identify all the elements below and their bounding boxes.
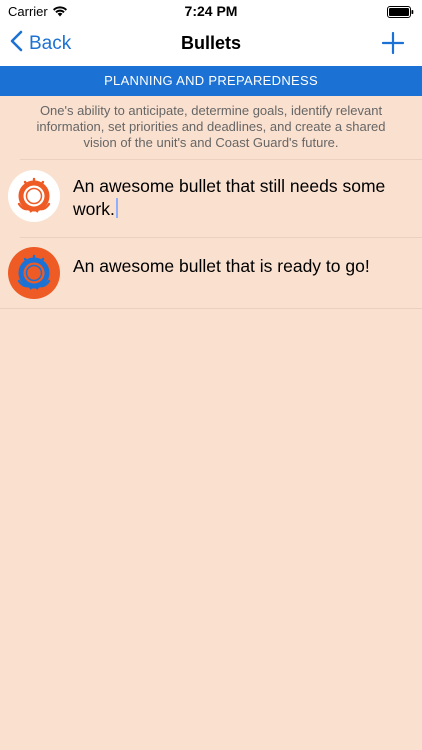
bullet-text-editing[interactable]: An awesome bullet that still needs some … [73, 175, 403, 221]
add-bullet-button[interactable] [381, 31, 405, 55]
section-description: One's ability to anticipate, determine g… [36, 103, 386, 150]
coast-guard-emblem-icon [8, 247, 60, 299]
list-item[interactable]: An awesome bullet that still needs some … [0, 160, 422, 237]
status-bar: Carrier 7:24 PM [0, 0, 422, 22]
page-title: Bullets [180, 33, 241, 53]
divider [0, 308, 422, 309]
list-item[interactable]: An awesome bullet that is ready to go! [0, 238, 422, 308]
section-header: PLANNING AND PREPAREDNESS [0, 66, 422, 96]
battery-icon [387, 5, 414, 18]
bullet-text: An awesome bullet that is ready to go! [73, 256, 370, 276]
text-cursor [115, 198, 118, 218]
plus-icon [381, 31, 405, 58]
clock: 7:24 PM [184, 3, 238, 19]
coast-guard-emblem-icon [8, 170, 60, 222]
navigation-bar: Back Bullets [0, 22, 422, 66]
bullet-text: An awesome bullet that still needs some … [73, 176, 386, 219]
